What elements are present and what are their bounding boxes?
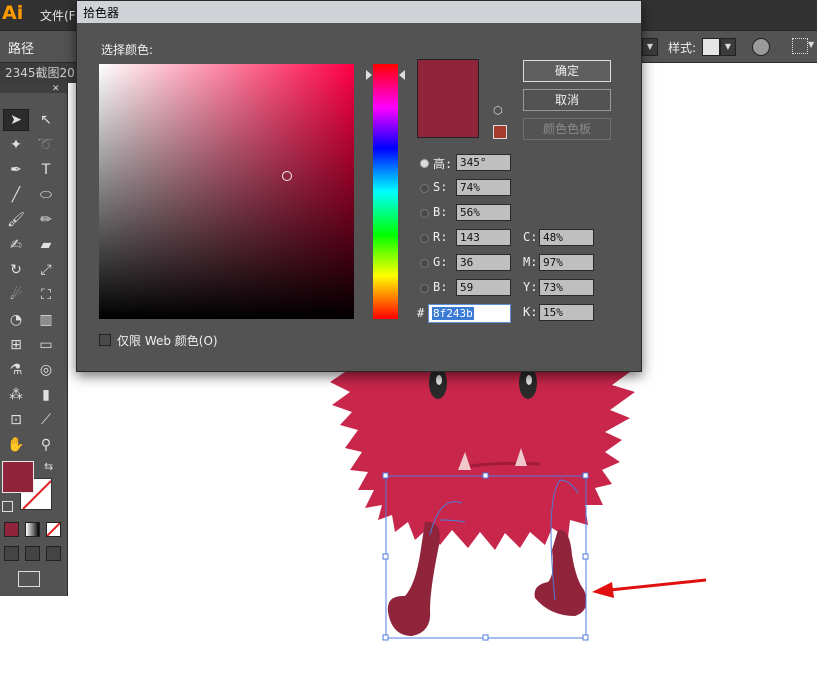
pen-icon[interactable]: ✒ xyxy=(3,159,29,181)
monster-body xyxy=(330,367,635,550)
mesh-icon[interactable]: ⊞ xyxy=(3,334,29,356)
column-graph-icon[interactable]: ▮ xyxy=(33,384,59,406)
eyedropper-icon[interactable]: ⚗ xyxy=(3,359,29,381)
color-swatches-button[interactable]: 颜色色板 xyxy=(523,118,611,140)
color-picker-dialog: 拾色器 选择颜色: ⬡ 确定 取消 颜色色板 高: 345° S: 74% B:… xyxy=(76,0,642,372)
free-transform-icon[interactable]: ⛶ xyxy=(33,284,59,306)
saturation-label: S: xyxy=(433,180,448,194)
lasso-icon[interactable]: ➰ xyxy=(33,134,59,156)
brightness-label: B: xyxy=(433,205,448,219)
screen-mode-icon[interactable] xyxy=(18,571,40,587)
rotate-icon[interactable]: ↻ xyxy=(3,259,29,281)
draw-inside-icon[interactable] xyxy=(46,546,61,561)
align-options-icon[interactable] xyxy=(792,38,808,54)
chevron-down-icon[interactable]: ▼ xyxy=(808,40,814,49)
yellow-label: Y: xyxy=(523,280,538,294)
hue-radio[interactable] xyxy=(420,159,429,168)
hue-slider[interactable] xyxy=(373,64,398,319)
black-label: K: xyxy=(523,305,538,319)
yellow-field[interactable]: 73% xyxy=(539,279,594,296)
red-label: R: xyxy=(433,230,448,244)
hex-label: # xyxy=(417,306,425,320)
magenta-field[interactable]: 97% xyxy=(539,254,594,271)
draw-behind-icon[interactable] xyxy=(25,546,40,561)
paintbrush-icon[interactable]: 🖌 xyxy=(3,209,29,231)
fill-swatch[interactable] xyxy=(2,461,34,493)
saturation-field[interactable]: 74% xyxy=(456,179,511,196)
red-radio[interactable] xyxy=(420,234,429,243)
artboard-canvas[interactable] xyxy=(68,360,817,696)
blob-brush-icon[interactable]: ✍ xyxy=(3,234,29,256)
green-radio[interactable] xyxy=(420,259,429,268)
web-colors-only-checkbox[interactable] xyxy=(99,334,111,346)
cancel-button[interactable]: 取消 xyxy=(523,89,611,111)
draw-normal-icon[interactable] xyxy=(4,546,19,561)
hand-icon[interactable]: ✋ xyxy=(3,434,29,456)
gradient-icon[interactable]: ▭ xyxy=(33,334,59,356)
direct-selection-tool-icon[interactable]: ↖ xyxy=(33,109,59,131)
dialog-titlebar[interactable] xyxy=(77,1,641,23)
green-field[interactable]: 36 xyxy=(456,254,511,271)
green-label: G: xyxy=(433,255,448,269)
artboard-icon[interactable]: ⊡ xyxy=(3,409,29,431)
hex-value: 8f243b xyxy=(432,307,474,320)
hue-slider-handle-right[interactable] xyxy=(399,70,405,80)
chevron-down-icon[interactable]: ▼ xyxy=(720,38,736,56)
hue-slider-handle-left[interactable] xyxy=(366,70,372,80)
gamut-warning-swatch[interactable] xyxy=(493,125,507,139)
zoom-icon[interactable]: ⚲ xyxy=(33,434,59,456)
blue-label: B: xyxy=(433,280,448,294)
menu-file[interactable]: 文件(F xyxy=(40,7,76,24)
style-label: 样式: xyxy=(668,41,697,55)
recolor-artwork-icon[interactable] xyxy=(752,38,770,56)
cyan-field[interactable]: 48% xyxy=(539,229,594,246)
document-tab[interactable]: 2345截图20 xyxy=(0,63,80,83)
hue-label: 高: xyxy=(433,157,453,171)
red-annotation-arrow xyxy=(592,578,707,598)
magenta-label: M: xyxy=(523,255,538,269)
none-mode-icon[interactable] xyxy=(46,522,61,537)
warp-icon[interactable]: ☄ xyxy=(3,284,29,306)
eraser-icon[interactable]: ▰ xyxy=(33,234,59,256)
chevron-down-icon[interactable]: ▼ xyxy=(642,38,658,56)
brightness-field[interactable]: 56% xyxy=(456,204,511,221)
saturation-brightness-field[interactable] xyxy=(99,64,354,319)
swap-fill-stroke-icon[interactable]: ⇆ xyxy=(44,460,53,473)
selection-type-label: 路径 xyxy=(8,42,35,57)
out-of-gamut-cube-icon[interactable]: ⬡ xyxy=(493,105,505,117)
color-preview xyxy=(417,59,479,138)
pencil-icon[interactable]: ✏ xyxy=(33,209,59,231)
graphic-style-swatch[interactable] xyxy=(702,38,720,56)
type-icon[interactable]: T xyxy=(33,159,59,181)
magic-wand-icon[interactable]: ✦ xyxy=(3,134,29,156)
cyan-label: C: xyxy=(523,230,538,244)
color-sample-marker[interactable] xyxy=(282,171,292,181)
shape-builder-icon[interactable]: ◔ xyxy=(3,309,29,331)
ellipse-icon[interactable]: ⬭ xyxy=(33,184,59,206)
blue-field[interactable]: 59 xyxy=(456,279,511,296)
black-field[interactable]: 15% xyxy=(539,304,594,321)
brightness-radio[interactable] xyxy=(420,209,429,218)
color-mode-icon[interactable] xyxy=(4,522,19,537)
gradient-mode-icon[interactable] xyxy=(25,522,40,537)
scale-icon[interactable]: ⤢ xyxy=(33,259,59,281)
selection-tool-icon[interactable]: ➤ xyxy=(3,109,29,131)
hue-field[interactable]: 345° xyxy=(456,154,511,171)
red-field[interactable]: 143 xyxy=(456,229,511,246)
graph-icon[interactable]: ▥ xyxy=(33,309,59,331)
hex-field[interactable]: 8f243b xyxy=(428,304,511,323)
line-icon[interactable]: ╱ xyxy=(3,184,29,206)
app-logo: Ai xyxy=(2,2,24,24)
symbol-sprayer-icon[interactable]: ⁂ xyxy=(3,384,29,406)
slice-icon[interactable]: ⟋ xyxy=(33,409,59,431)
blend-icon[interactable]: ◎ xyxy=(33,359,59,381)
dialog-title: 拾色器 xyxy=(83,6,120,20)
close-icon[interactable]: ✕ xyxy=(52,84,60,94)
web-colors-only-label: 仅限 Web 颜色(O) xyxy=(117,334,218,348)
select-color-label: 选择颜色: xyxy=(101,43,154,57)
ok-button[interactable]: 确定 xyxy=(523,60,611,82)
default-colors-icon[interactable] xyxy=(2,501,13,512)
saturation-radio[interactable] xyxy=(420,184,429,193)
blue-radio[interactable] xyxy=(420,284,429,293)
